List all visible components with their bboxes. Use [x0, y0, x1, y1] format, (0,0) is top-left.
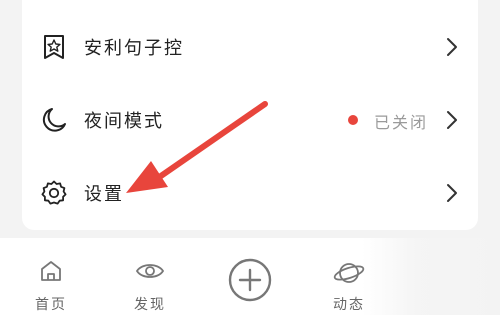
tab-label: 首页 [35, 297, 67, 313]
tab-add[interactable] [205, 238, 295, 315]
gear-icon [41, 180, 67, 205]
status-dot [348, 115, 358, 125]
chevron-right-icon [447, 184, 457, 202]
planet-icon [333, 263, 365, 283]
tab-moments[interactable]: 动态 [304, 238, 394, 315]
star-bookmark-icon [44, 35, 64, 59]
menu-item-label: 夜间模式 [84, 111, 164, 132]
tab-home[interactable]: 首页 [6, 238, 96, 315]
menu-item-settings[interactable]: 设置 [22, 158, 478, 228]
home-icon [41, 261, 61, 281]
menu-item-recommend[interactable]: 安利句子控 [22, 12, 478, 82]
tab-label: 发现 [134, 297, 166, 313]
moon-icon [42, 108, 66, 132]
menu-item-night-mode[interactable]: 夜间模式 已关闭 [22, 85, 478, 155]
menu-card: 安利句子控 夜间模式 已关闭 设置 [22, 0, 478, 230]
night-mode-status: 已关闭 [374, 113, 429, 132]
tab-label: 动态 [333, 297, 365, 313]
chevron-right-icon [447, 38, 457, 56]
menu-item-label: 设置 [84, 184, 124, 205]
tab-discover[interactable]: 发现 [105, 238, 195, 315]
menu-item-label: 安利句子控 [84, 38, 184, 59]
eye-icon [135, 264, 165, 278]
add-circle-icon [228, 258, 272, 302]
screen: 安利句子控 夜间模式 已关闭 设置 首页 发现 动态 [0, 0, 500, 315]
chevron-right-icon [447, 111, 457, 129]
bottom-tab-bar: 首页 发现 动态 [0, 238, 500, 315]
